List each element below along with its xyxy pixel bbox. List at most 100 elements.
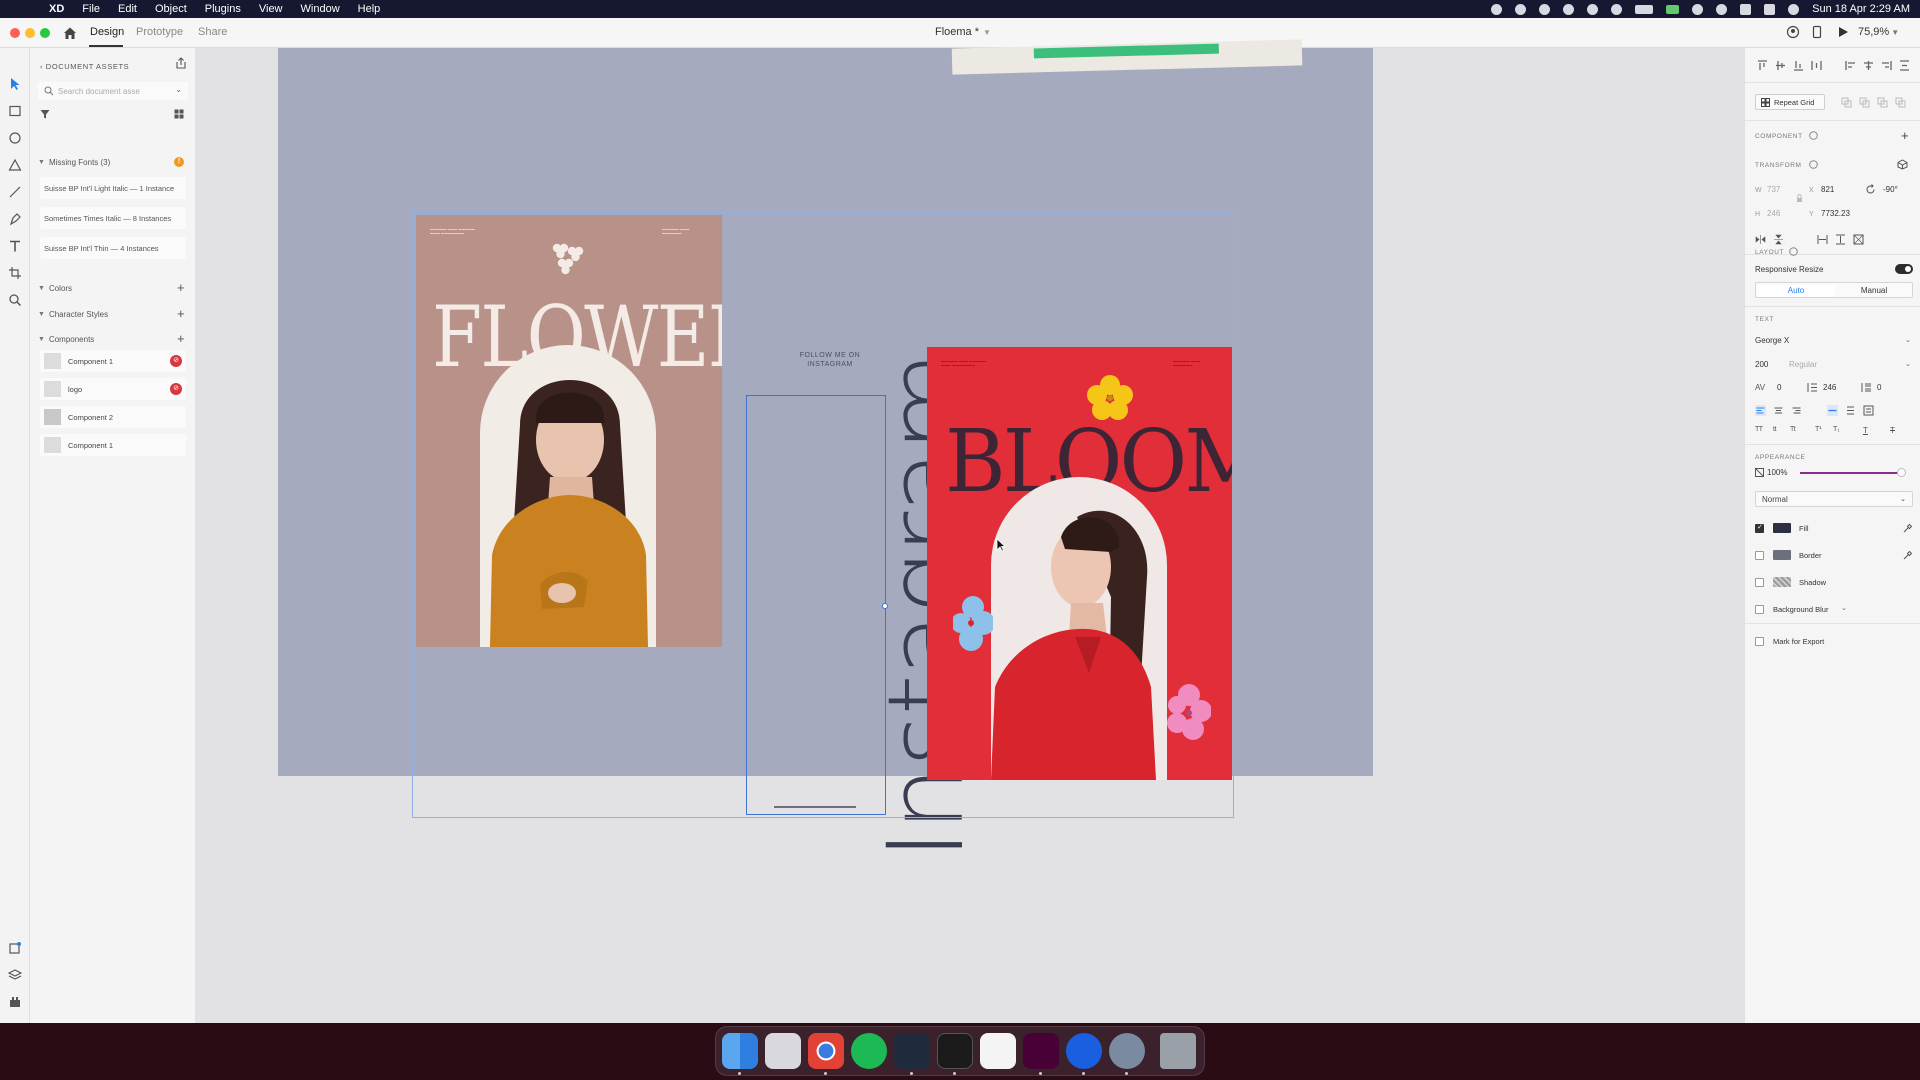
line-tool-icon[interactable] [8, 185, 22, 199]
search-icon[interactable] [1740, 3, 1752, 15]
boolean-exclude-icon[interactable] [1895, 97, 1906, 108]
info-icon[interactable] [1809, 131, 1818, 140]
spotify-icon[interactable] [851, 1033, 887, 1069]
add-color-button[interactable]: + [177, 281, 185, 294]
chrome-icon[interactable] [808, 1033, 844, 1069]
character-spacing-field[interactable]: 0 [1777, 383, 1781, 392]
missing-font-item[interactable]: Suisse BP Int'l Light Italic — 1 Instanc… [40, 177, 186, 199]
maps-icon[interactable] [1066, 1033, 1102, 1069]
boolean-intersect-icon[interactable] [1877, 97, 1888, 108]
boolean-add-icon[interactable] [1841, 97, 1852, 108]
fill-color-swatch[interactable] [1773, 523, 1791, 533]
underline-icon[interactable]: T [1863, 426, 1868, 435]
tab-prototype[interactable]: Prototype [136, 26, 183, 38]
menu-object[interactable]: Object [146, 3, 196, 15]
chevron-down-icon[interactable]: ⌄ [1841, 604, 1847, 612]
keyboard-icon[interactable] [1666, 4, 1680, 14]
component-item[interactable]: logo ⊘ [40, 378, 186, 400]
colors-header[interactable]: ▼ Colors [38, 284, 72, 293]
menu-window[interactable]: Window [292, 3, 349, 15]
select-tool-icon[interactable] [8, 77, 22, 91]
align-center-icon[interactable] [1863, 60, 1874, 71]
menu-app-name[interactable]: XD [40, 3, 73, 15]
rotation-field[interactable]: -90° [1883, 185, 1898, 194]
y-field[interactable]: 7732.23 [1821, 209, 1850, 218]
zoom-window-button[interactable] [40, 28, 50, 38]
width-field[interactable]: 737 [1767, 185, 1780, 194]
pin-edges-icon[interactable] [1853, 234, 1864, 245]
resize-auto-option[interactable]: Auto [1757, 285, 1835, 297]
ellipse-tool-icon[interactable] [8, 131, 22, 145]
battery-icon[interactable] [1635, 4, 1654, 14]
siri-icon[interactable] [1788, 3, 1800, 15]
uppercase-icon[interactable]: TT [1755, 426, 1763, 433]
zoom-dropdown[interactable]: 75,9% ▼ [1858, 26, 1899, 38]
record-icon[interactable] [1491, 3, 1503, 15]
subscript-icon[interactable]: T₁ [1833, 426, 1840, 433]
menu-help[interactable]: Help [349, 3, 390, 15]
background-blur-label[interactable]: Background Blur [1773, 605, 1828, 614]
group-selection-box[interactable] [412, 212, 1234, 818]
plugins-icon[interactable] [8, 995, 22, 1009]
control-center-icon[interactable] [1764, 3, 1776, 15]
menu-edit[interactable]: Edit [109, 3, 146, 15]
vscode-icon[interactable] [894, 1033, 930, 1069]
fixed-size-icon[interactable] [1863, 405, 1874, 416]
border-color-swatch[interactable] [1773, 550, 1791, 560]
auto-width-icon[interactable] [1827, 405, 1838, 416]
font-weight-dropdown[interactable]: Regular ⌄ [1789, 360, 1913, 374]
trash-icon[interactable] [1160, 1033, 1196, 1069]
pen-tool-icon[interactable] [8, 212, 22, 226]
clock-label[interactable]: Sun 18 Apr 2:29 AM [1812, 3, 1910, 15]
strikethrough-icon[interactable]: T [1890, 426, 1895, 435]
menu-file[interactable]: File [73, 3, 109, 15]
menu-view[interactable]: View [250, 3, 292, 15]
fix-height-icon[interactable] [1835, 234, 1846, 245]
upload-icon[interactable] [1587, 3, 1599, 15]
terminal-icon[interactable] [937, 1033, 973, 1069]
missing-fonts-header[interactable]: ▼ Missing Fonts (3) [38, 158, 110, 167]
opacity-slider[interactable] [1800, 472, 1900, 474]
creative-cloud-icon[interactable] [1515, 3, 1527, 15]
missing-font-item[interactable]: Suisse BP Int'l Thin — 4 Instances [40, 237, 186, 259]
x-field[interactable]: 821 [1821, 185, 1834, 194]
filter-icon[interactable] [40, 109, 50, 119]
vpn-icon[interactable] [1563, 3, 1575, 15]
play-preview-icon[interactable] [1836, 25, 1850, 39]
menu-plugins[interactable]: Plugins [196, 3, 250, 15]
lowercase-icon[interactable]: tt [1773, 426, 1776, 433]
user-icon[interactable] [1786, 25, 1800, 39]
chevron-down-icon[interactable]: ⌄ [175, 85, 182, 94]
shadow-swatch[interactable] [1773, 577, 1791, 587]
slack-icon[interactable] [980, 1033, 1016, 1069]
font-family-dropdown[interactable]: George X ⌄ [1755, 336, 1913, 350]
mark-for-export-checkbox[interactable] [1755, 637, 1764, 646]
repeat-grid-button[interactable]: Repeat Grid [1755, 94, 1825, 110]
unlinked-warning-icon[interactable]: ⊘ [170, 355, 182, 367]
responsive-resize-toggle[interactable] [1895, 264, 1913, 274]
minimize-window-button[interactable] [25, 28, 35, 38]
unlinked-warning-icon[interactable]: ⊘ [170, 383, 182, 395]
opacity-field[interactable]: 100% [1767, 468, 1787, 477]
flip-horizontal-icon[interactable] [1755, 234, 1766, 245]
zoom-tool-icon[interactable] [8, 293, 22, 307]
assets-panel-title[interactable]: ‹ DOCUMENT ASSETS [40, 62, 129, 71]
bluetooth-icon[interactable] [1692, 3, 1704, 15]
resize-manual-option[interactable]: Manual [1835, 285, 1913, 297]
add-component-button[interactable]: + [177, 332, 185, 345]
design-canvas[interactable]: ▬▬▬▬▬ ▬▬▬ ▬▬▬▬▬ ▬▬▬ ▬▬▬▬▬▬▬ ▬▬▬▬▬ ▬▬▬ ▬▬▬▬… [196, 39, 1744, 1023]
align-top-icon[interactable] [1757, 60, 1768, 71]
missing-font-item[interactable]: Sometimes Times Italic — 8 Instances [40, 207, 186, 229]
distribute-vertical-icon[interactable] [1811, 60, 1822, 71]
polygon-tool-icon[interactable] [8, 158, 22, 172]
play-icon[interactable] [1611, 3, 1623, 15]
superscript-icon[interactable]: T¹ [1815, 426, 1822, 433]
boolean-subtract-icon[interactable] [1859, 97, 1870, 108]
distribute-horizontal-icon[interactable] [1899, 60, 1910, 71]
mobile-preview-icon[interactable] [1810, 25, 1824, 39]
lock-aspect-icon[interactable] [1794, 193, 1805, 204]
add-component-plus-icon[interactable]: + [1901, 128, 1909, 143]
character-styles-header[interactable]: ▼ Character Styles [38, 310, 108, 319]
align-right-icon[interactable] [1881, 60, 1892, 71]
shadow-checkbox[interactable] [1755, 578, 1764, 587]
